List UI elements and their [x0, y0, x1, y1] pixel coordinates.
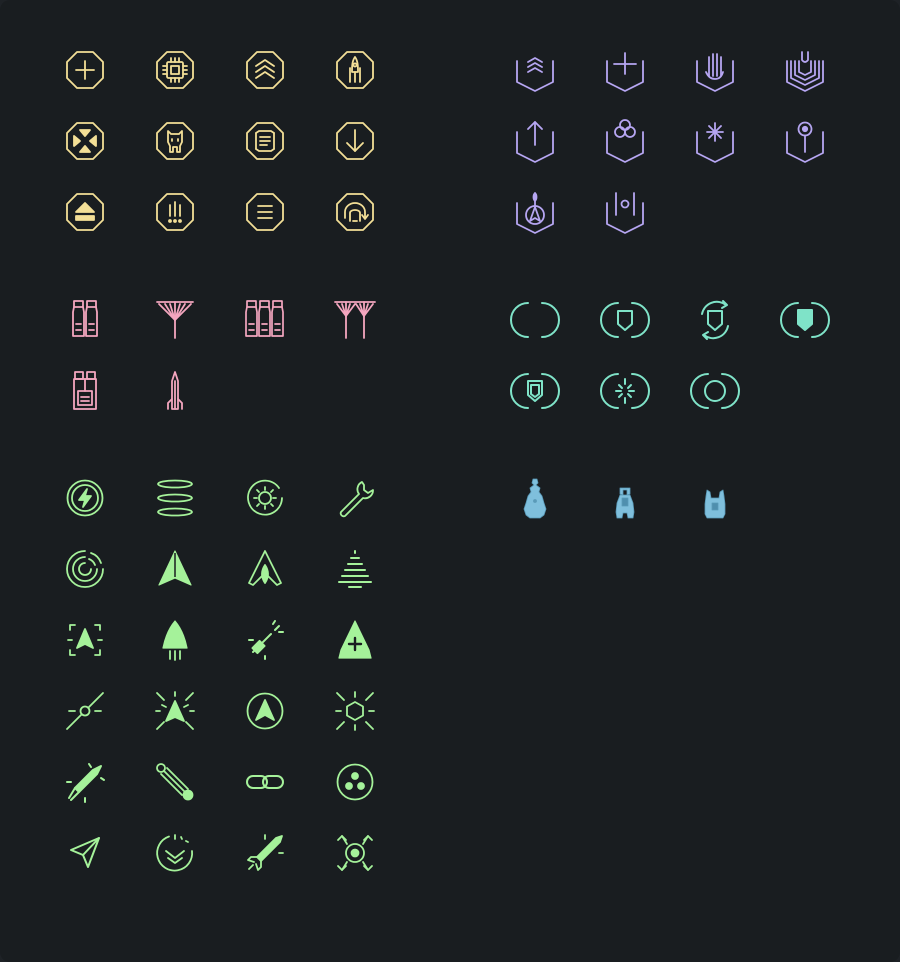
twin-tanks-icon[interactable]	[63, 298, 107, 342]
power-bolt-icon[interactable]	[63, 476, 107, 520]
send-arrow-icon[interactable]	[63, 831, 107, 875]
tank-cluster-icon[interactable]	[63, 369, 107, 413]
shield-plus-icon[interactable]	[603, 48, 647, 92]
shield-hand-icon[interactable]	[693, 48, 737, 92]
twin-antenna-icon[interactable]	[333, 298, 377, 342]
brackets-sparkle-icon[interactable]	[600, 369, 650, 413]
octagon-arrow-down-icon[interactable]	[333, 119, 377, 163]
ship-striped-icon[interactable]	[333, 547, 377, 591]
octagon-rocket-icon[interactable]	[333, 48, 377, 92]
figure-horned-icon[interactable]	[693, 476, 737, 520]
ship-target-icon[interactable]	[63, 618, 107, 662]
ship-arrow-icon[interactable]	[153, 547, 197, 591]
ship-burst-icon[interactable]	[153, 689, 197, 733]
shield-rocket-icon[interactable]	[513, 190, 557, 234]
wrench-icon[interactable]	[333, 476, 377, 520]
ship-thrust-icon[interactable]	[153, 618, 197, 662]
ship-plus-icon[interactable]	[333, 618, 377, 662]
icon-sheet-panel	[0, 0, 900, 962]
rocket-launch-icon[interactable]	[63, 760, 107, 804]
ship-flame-icon[interactable]	[243, 547, 287, 591]
brackets-shield-double-icon[interactable]	[510, 369, 560, 413]
shield-rings-icon[interactable]	[603, 119, 647, 163]
shield-layers-icon[interactable]	[783, 48, 827, 92]
tower-spike-icon[interactable]	[153, 369, 197, 413]
octagon-refresh-icon[interactable]	[333, 190, 377, 234]
shield-chevrons-icon[interactable]	[513, 48, 557, 92]
brackets-empty-icon[interactable]	[510, 298, 560, 342]
octagon-chip-icon[interactable]	[153, 48, 197, 92]
octagon-document-icon[interactable]	[243, 119, 287, 163]
chain-link-icon[interactable]	[243, 760, 287, 804]
shield-arrow-up-icon[interactable]	[513, 119, 557, 163]
missile-icon[interactable]	[243, 831, 287, 875]
probe-link-icon[interactable]	[153, 760, 197, 804]
octagon-plus-icon[interactable]	[63, 48, 107, 92]
gear-circle-icon[interactable]	[243, 476, 287, 520]
ship-circle-icon[interactable]	[243, 689, 287, 733]
core-burst-icon[interactable]	[333, 831, 377, 875]
shield-pin-icon[interactable]	[783, 119, 827, 163]
octagon-alert-icon[interactable]	[153, 190, 197, 234]
shield-cycle-icon[interactable]	[693, 298, 737, 342]
single-antenna-icon[interactable]	[153, 298, 197, 342]
brackets-ring-icon[interactable]	[690, 369, 740, 413]
triple-tanks-icon[interactable]	[243, 298, 287, 342]
octagon-target-icon[interactable]	[63, 119, 107, 163]
brackets-shield-icon[interactable]	[600, 298, 650, 342]
triple-dot-circle-icon[interactable]	[333, 760, 377, 804]
shield-star-icon[interactable]	[693, 119, 737, 163]
figure-bulky-icon[interactable]	[513, 476, 557, 520]
radar-icon[interactable]	[63, 547, 107, 591]
brackets-shield-filled-icon[interactable]	[780, 298, 830, 342]
figure-slim-icon[interactable]	[603, 476, 647, 520]
octagon-eject-icon[interactable]	[63, 190, 107, 234]
rings-stack-icon[interactable]	[153, 476, 197, 520]
octagon-robot-icon[interactable]	[153, 119, 197, 163]
hex-burst-icon[interactable]	[333, 689, 377, 733]
laser-gun-icon[interactable]	[243, 618, 287, 662]
shield-bar-icon[interactable]	[603, 190, 647, 234]
octagon-chevrons-up-icon[interactable]	[243, 48, 287, 92]
octagon-menu-icon[interactable]	[243, 190, 287, 234]
crosshair-line-icon[interactable]	[63, 689, 107, 733]
dial-chevron-icon[interactable]	[153, 831, 197, 875]
